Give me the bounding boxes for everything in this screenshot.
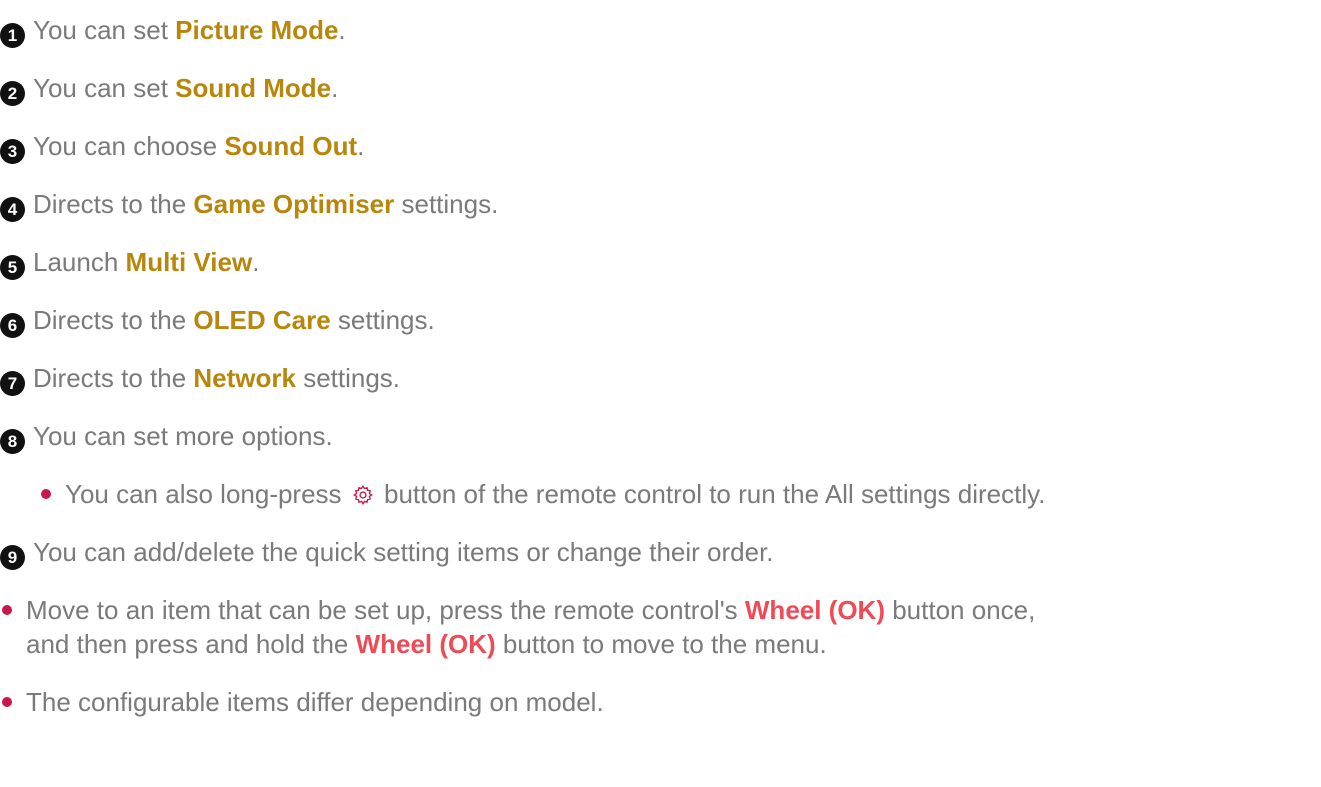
step-text: Directs to the <box>33 305 194 335</box>
step-9: 9 You can add/delete the quick setting it… <box>0 535 774 570</box>
note-text: Move to an item that can be set up, pres… <box>26 595 745 625</box>
step-text: Directs to the <box>33 363 194 393</box>
step-number-badge: 5 <box>0 255 25 280</box>
step-number-badge: 8 <box>0 429 25 454</box>
step-number-badge: 7 <box>0 371 25 396</box>
step-6: 6 Directs to the OLED Care settings. <box>0 303 435 338</box>
step-text-end: . <box>331 73 339 103</box>
keyword-network: Network <box>193 363 296 393</box>
step-text-end: . <box>338 15 346 45</box>
note-1-line-2: and then press and hold the Wheel (OK) b… <box>26 627 827 661</box>
sub-note-text-end: button of the remote control to run the … <box>376 479 1046 509</box>
step-text: You can set <box>33 15 176 45</box>
bullet-dot <box>41 489 51 499</box>
step-3: 3 You can choose Sound Out. <box>0 129 364 164</box>
quick-settings-help-document: 1 You can set Picture Mode. 2 You can set … <box>0 0 1321 787</box>
step-7: 7 Directs to the Network settings. <box>0 361 400 396</box>
step-text-end: settings. <box>330 305 435 335</box>
keyword-oled-care: OLED Care <box>193 305 331 335</box>
bullet-dot <box>2 697 12 707</box>
note-text-end: button to move to the menu. <box>495 629 827 659</box>
note-2: The configurable items differ depending … <box>2 685 604 719</box>
keyword-wheel-ok: Wheel (OK) <box>744 595 885 625</box>
sub-note: You can also long-press button of the re… <box>41 477 1045 514</box>
keyword-multi-view: Multi View <box>125 247 253 277</box>
step-number-badge: 4 <box>0 197 25 222</box>
step-number-badge: 3 <box>0 139 25 164</box>
step-text-end: settings. <box>394 189 499 219</box>
step-text: You can add/delete the quick setting ite… <box>33 537 774 567</box>
keyword-sound-mode: Sound Mode <box>175 73 332 103</box>
step-number-badge: 9 <box>0 545 25 570</box>
step-5: 5 Launch Multi View. <box>0 245 259 280</box>
step-text: You can set <box>33 73 176 103</box>
settings-gear-icon <box>352 480 374 514</box>
bullet-dot <box>2 605 12 615</box>
note-1-line-1: Move to an item that can be set up, pres… <box>2 593 1035 627</box>
keyword-sound-out: Sound Out <box>224 131 358 161</box>
step-1: 1 You can set Picture Mode. <box>0 13 346 48</box>
step-number-badge: 6 <box>0 313 25 338</box>
step-2: 2 You can set Sound Mode. <box>0 71 338 106</box>
note-text: and then press and hold the <box>26 629 356 659</box>
step-text-end: . <box>252 247 260 277</box>
step-text: You can choose <box>33 131 225 161</box>
step-number-badge: 2 <box>0 81 25 106</box>
keyword-wheel-ok: Wheel (OK) <box>355 629 496 659</box>
step-4: 4 Directs to the Game Optimiser settings. <box>0 187 498 222</box>
note-text: The configurable items differ depending … <box>26 687 604 717</box>
step-text: Directs to the <box>33 189 194 219</box>
keyword-game-optimiser: Game Optimiser <box>193 189 395 219</box>
step-8: 8 You can set more options. <box>0 419 333 454</box>
step-text: Launch <box>33 247 126 277</box>
sub-note-text: You can also long-press <box>65 479 349 509</box>
note-text-end: button once, <box>885 595 1036 625</box>
keyword-picture-mode: Picture Mode <box>175 15 339 45</box>
step-text: You can set more options. <box>33 421 333 451</box>
step-number-badge: 1 <box>0 23 25 48</box>
step-text-end: . <box>357 131 365 161</box>
step-text-end: settings. <box>295 363 401 393</box>
